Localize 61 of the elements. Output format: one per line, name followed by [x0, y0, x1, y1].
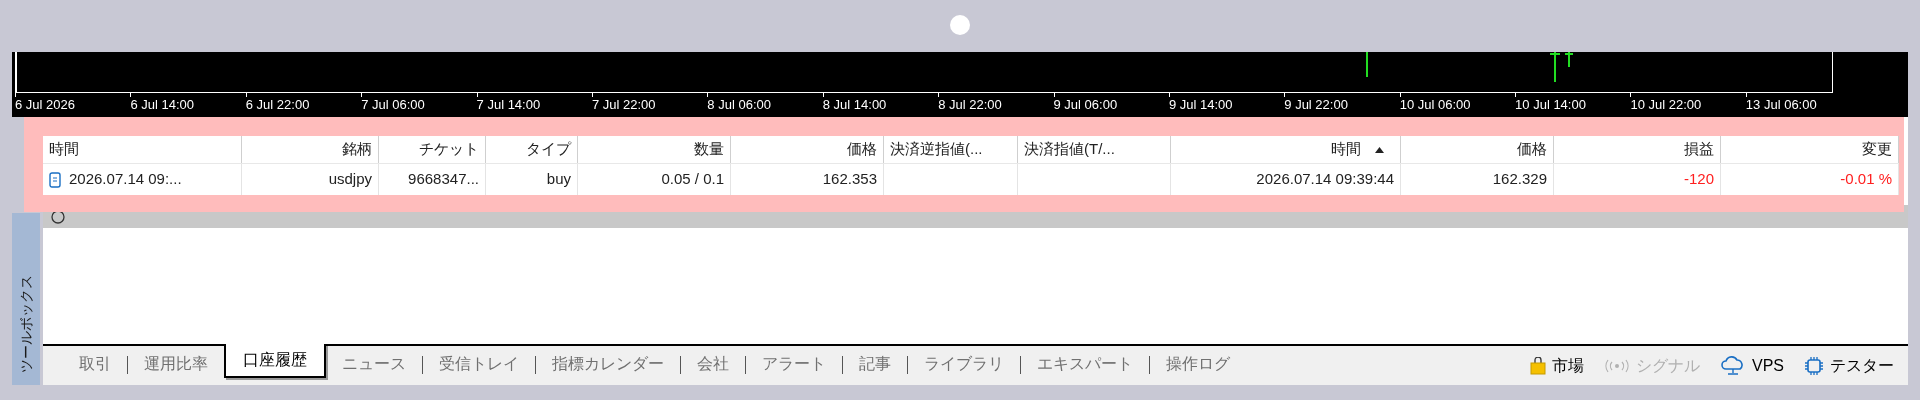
column-header[interactable]: チケット — [379, 136, 486, 163]
axis-label: 10 Jul 06:00 — [1399, 97, 1472, 113]
table-cell-text: buy — [546, 169, 571, 190]
column-header[interactable]: 時間 — [43, 136, 242, 163]
axis-label: 10 Jul 22:00 — [1630, 97, 1703, 113]
tab[interactable]: 操作ログ — [1150, 346, 1246, 382]
document-icon — [49, 171, 61, 188]
tab[interactable]: 受信トレイ — [423, 346, 535, 382]
column-header[interactable]: 数量 — [578, 136, 731, 163]
tab[interactable]: 指標カレンダー — [536, 346, 680, 382]
axis-label: 10 Jul 14:00 — [1515, 97, 1587, 113]
column-header[interactable]: 決済指値(T/... — [1018, 136, 1171, 163]
axis-label: 7 Jul 06:00 — [361, 97, 426, 113]
tab[interactable]: 口座履歴 — [224, 344, 326, 378]
table-cell-text: 2026.07.14 09:... — [69, 169, 182, 190]
axis-label: 8 Jul 22:00 — [938, 97, 1003, 113]
column-header[interactable]: 銘柄 — [242, 136, 379, 163]
signal-icon — [1604, 359, 1630, 373]
tab[interactable]: エキスパート — [1021, 346, 1149, 382]
tab[interactable]: ニュース — [326, 346, 422, 382]
tab[interactable]: 記事 — [843, 346, 907, 382]
tab[interactable]: 取引 — [63, 346, 127, 382]
axis-label: 13 Jul 06:00 — [1745, 97, 1818, 113]
column-header[interactable]: タイプ — [486, 136, 578, 163]
table-cell-text: 0.05 / 0.1 — [661, 169, 724, 190]
shopping-bag-icon — [1530, 357, 1546, 375]
axis-label: 6 Jul 2026 — [15, 97, 76, 113]
axis-label: 9 Jul 06:00 — [1053, 97, 1119, 113]
table-cell-text: -120 — [1683, 169, 1714, 190]
table-cell-text: -0.01 % — [1840, 169, 1892, 190]
column-header[interactable]: 時間 — [1171, 136, 1401, 163]
status-button[interactable]: テスター — [1804, 354, 1894, 378]
axis-label: 6 Jul 14:00 — [130, 97, 195, 113]
table-cell-text: usdjpy — [328, 169, 372, 190]
axis-label: 9 Jul 22:00 — [1284, 97, 1349, 113]
status-button[interactable]: VPS — [1720, 354, 1784, 378]
axis-label: 8 Jul 06:00 — [707, 97, 772, 113]
column-header[interactable]: 変更 — [1721, 136, 1899, 163]
axis-label: 9 Jul 14:00 — [1168, 97, 1234, 113]
toolbox-strip[interactable]: ツールボックス — [12, 213, 40, 385]
table-cell-text: 162.353 — [822, 169, 877, 190]
cloud-icon — [1720, 356, 1746, 376]
chip-icon — [1804, 356, 1824, 376]
axis-label: 8 Jul 14:00 — [822, 97, 888, 113]
column-header[interactable]: 決済逆指値(... — [884, 136, 1018, 163]
table-cell-text: 9668347... — [408, 169, 479, 190]
status-button[interactable]: 市場 — [1530, 354, 1584, 378]
tab[interactable]: アラート — [746, 346, 842, 382]
tab[interactable]: 会社 — [681, 346, 745, 382]
tab[interactable]: 運用比率 — [128, 346, 224, 382]
table-cell-text: 162.329 — [1492, 169, 1547, 190]
tab[interactable]: ライブラリ — [908, 346, 1020, 382]
column-header[interactable]: 価格 — [731, 136, 884, 163]
axis-label: 6 Jul 22:00 — [245, 97, 311, 113]
axis-label: 7 Jul 22:00 — [591, 97, 657, 113]
circle-icon — [51, 209, 65, 224]
axis-label: 7 Jul 14:00 — [476, 97, 542, 113]
toolbox-label: ツールボックス — [16, 274, 35, 372]
column-header[interactable]: 損益 — [1554, 136, 1721, 163]
table-cell-text: 2026.07.14 09:39:44 — [1256, 169, 1394, 190]
column-header[interactable]: 価格 — [1401, 136, 1554, 163]
